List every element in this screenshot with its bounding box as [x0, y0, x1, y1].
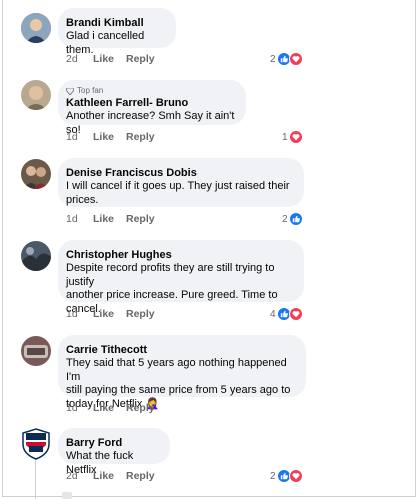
comment-time[interactable]: 1d	[66, 402, 93, 414]
top-fan-label: Top fan	[77, 86, 104, 95]
reaction-count: 2	[270, 53, 276, 65]
comment-time[interactable]: 1d	[66, 131, 93, 143]
reaction-count: 4	[270, 308, 276, 320]
comment-text-line: I will cancel if it goes up. They just r…	[66, 180, 290, 192]
reaction-summary[interactable]: 2	[282, 212, 303, 226]
avatar[interactable]	[21, 80, 51, 110]
comment-bubble: Carrie Tithecott They said that 5 years …	[58, 335, 306, 410]
reply-button[interactable]: Reply	[126, 131, 155, 143]
like-button[interactable]: Like	[93, 308, 126, 320]
comment-actions: 1d Like Reply	[66, 213, 155, 225]
comment-actions: 1d Like Reply	[66, 402, 155, 414]
reaction-summary[interactable]: 1	[282, 130, 303, 144]
reaction-count: 2	[270, 470, 276, 482]
comment-text-line: They said that 5 years ago nothing happe…	[66, 357, 287, 383]
comment-author[interactable]: Christopher Hughes	[66, 248, 294, 262]
next-item-edge	[62, 492, 72, 499]
like-button[interactable]: Like	[93, 131, 126, 143]
reaction-summary[interactable]: 2	[270, 469, 303, 483]
avatar[interactable]	[21, 241, 51, 271]
like-button[interactable]: Like	[93, 53, 126, 65]
avatar[interactable]	[21, 336, 51, 366]
reply-button[interactable]: Reply	[126, 53, 155, 65]
comment-bubble: Top fan Kathleen Farrell- Bruno Another …	[58, 80, 246, 136]
top-fan-badge: Top fan	[66, 86, 236, 96]
reaction-summary[interactable]: 2	[270, 52, 303, 66]
comment-author[interactable]: Carrie Tithecott	[66, 343, 296, 357]
love-reaction-icon	[288, 130, 303, 144]
comment-actions: 1d Like Reply	[66, 308, 155, 320]
comment-text-line: another price increase. Pure greed. Time…	[66, 289, 278, 301]
comment-time[interactable]: 1d	[66, 308, 93, 320]
reply-button[interactable]: Reply	[126, 402, 155, 414]
comment-author[interactable]: Denise Franciscus Dobis	[66, 166, 294, 180]
reaction-count: 2	[282, 213, 288, 225]
reply-button[interactable]: Reply	[126, 308, 155, 320]
thread-line	[35, 460, 36, 499]
comment-time[interactable]: 2d	[66, 53, 93, 65]
like-button[interactable]: Like	[93, 402, 126, 414]
comment-author[interactable]: Brandi Kimball	[66, 16, 166, 30]
comment-bubble: Denise Franciscus Dobis I will cancel if…	[58, 158, 304, 207]
like-button[interactable]: Like	[93, 470, 126, 482]
comment-actions: 1d Like Reply	[66, 131, 155, 143]
comment-bubble: Brandi Kimball Glad i cancelled them.	[58, 8, 176, 56]
comment-author[interactable]: Kathleen Farrell- Bruno	[66, 96, 236, 110]
reply-button[interactable]: Reply	[126, 213, 155, 225]
love-reaction-icon	[288, 52, 303, 66]
comment-author[interactable]: Barry Ford	[66, 436, 160, 450]
love-reaction-icon	[288, 307, 303, 321]
comment-actions: 2d Like Reply	[66, 53, 155, 65]
comment-text-line: prices.	[66, 193, 99, 206]
love-reaction-icon	[288, 469, 303, 483]
comment-bubble: Barry Ford What the fuck Netflix	[58, 428, 170, 476]
reaction-summary[interactable]: 4	[270, 307, 303, 321]
reply-button[interactable]: Reply	[126, 470, 155, 482]
comment-actions: 2d Like Reply	[66, 470, 155, 482]
comment-text-line: Despite record profits they are still tr…	[66, 262, 275, 288]
comment-time[interactable]: 2d	[66, 470, 93, 482]
like-reaction-icon	[288, 212, 303, 226]
avatar[interactable]	[21, 428, 51, 460]
avatar[interactable]	[21, 159, 51, 189]
comment-text-line: still paying the same price from 5 years…	[66, 384, 291, 396]
reaction-count: 1	[282, 131, 288, 143]
avatar[interactable]	[21, 13, 51, 43]
comment-time[interactable]: 1d	[66, 213, 93, 225]
comment-bubble: Christopher Hughes Despite record profit…	[58, 240, 304, 315]
diamond-icon	[66, 87, 74, 95]
like-button[interactable]: Like	[93, 213, 126, 225]
